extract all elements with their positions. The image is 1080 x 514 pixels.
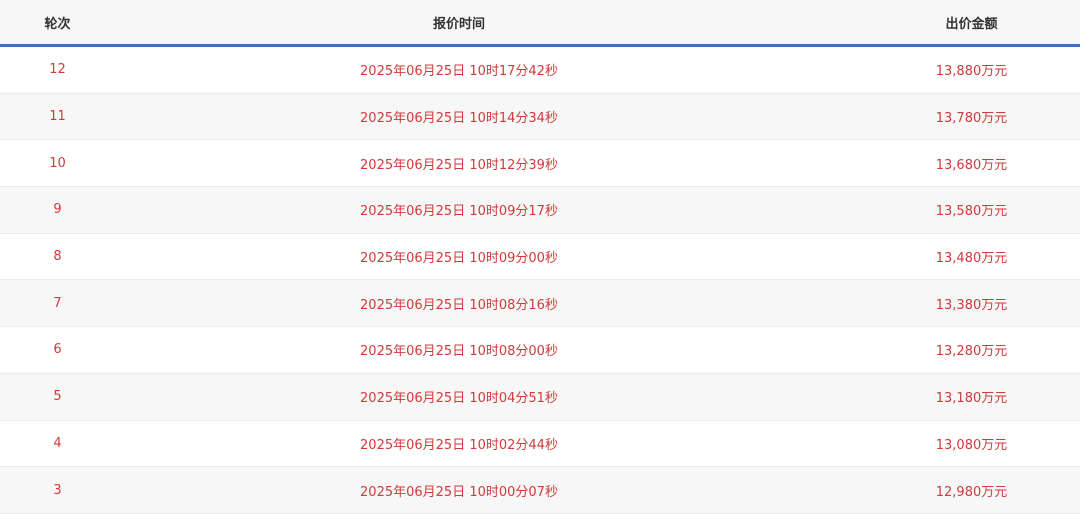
amount-cell: 13,180万元 (935, 391, 1008, 407)
table-row: 12 2025年06月25日 10时17分42秒 13,880万元 (0, 47, 1080, 94)
time-cell: 2025年06月25日 10时08分16秒 (360, 297, 558, 313)
round-cell: 9 (53, 202, 62, 218)
round-cell: 5 (53, 389, 62, 405)
table-header: 轮次 报价时间 出价金额 (0, 0, 1080, 47)
bid-history-table: 轮次 报价时间 出价金额 12 2025年06月25日 10时17分42秒 13… (0, 0, 1080, 514)
time-cell: 2025年06月25日 10时14分34秒 (360, 111, 558, 127)
column-header-round: 轮次 (44, 16, 71, 32)
amount-cell: 13,780万元 (935, 111, 1008, 127)
amount-cell: 13,880万元 (935, 64, 1008, 80)
table-row: 10 2025年06月25日 10时12分39秒 13,680万元 (0, 140, 1080, 188)
table-row: 6 2025年06月25日 10时08分00秒 13,280万元 (0, 327, 1080, 374)
round-cell: 4 (53, 435, 62, 451)
time-cell: 2025年06月25日 10时02分44秒 (360, 437, 558, 453)
time-cell: 2025年06月25日 10时00分07秒 (360, 484, 558, 500)
table-row: 9 2025年06月25日 10时09分17秒 13,580万元 (0, 187, 1080, 234)
time-cell: 2025年06月25日 10时04分51秒 (360, 391, 558, 407)
column-header-time: 报价时间 (432, 16, 485, 32)
amount-cell: 13,580万元 (935, 204, 1008, 220)
round-cell: 12 (49, 62, 66, 78)
table-row: 4 2025年06月25日 10时02分44秒 13,080万元 (0, 420, 1080, 468)
amount-cell: 13,080万元 (935, 437, 1008, 453)
table-row: 7 2025年06月25日 10时08分16秒 13,380万元 (0, 280, 1080, 328)
round-cell: 6 (53, 342, 62, 358)
time-cell: 2025年06月25日 10时09分17秒 (360, 204, 558, 220)
table-row: 11 2025年06月25日 10时14分34秒 13,780万元 (0, 93, 1080, 141)
round-cell: 3 (53, 482, 62, 498)
round-cell: 10 (49, 155, 66, 171)
time-cell: 2025年06月25日 10时09分00秒 (360, 251, 558, 267)
amount-cell: 12,980万元 (935, 484, 1008, 500)
amount-cell: 13,380万元 (935, 297, 1008, 313)
amount-cell: 13,680万元 (935, 157, 1008, 173)
table-row: 5 2025年06月25日 10时04分51秒 13,180万元 (0, 373, 1080, 421)
round-cell: 8 (53, 249, 62, 265)
table-row: 3 2025年06月25日 10时00分07秒 12,980万元 (0, 467, 1080, 514)
amount-cell: 13,480万元 (935, 251, 1008, 267)
time-cell: 2025年06月25日 10时12分39秒 (360, 157, 558, 173)
column-header-amount: 出价金额 (945, 16, 998, 32)
amount-cell: 13,280万元 (935, 344, 1008, 360)
time-cell: 2025年06月25日 10时17分42秒 (360, 64, 558, 80)
table-body: 12 2025年06月25日 10时17分42秒 13,880万元 11 202… (0, 47, 1080, 514)
table-row: 8 2025年06月25日 10时09分00秒 13,480万元 (0, 233, 1080, 281)
time-cell: 2025年06月25日 10时08分00秒 (360, 344, 558, 360)
round-cell: 7 (53, 295, 62, 311)
round-cell: 11 (49, 109, 66, 125)
